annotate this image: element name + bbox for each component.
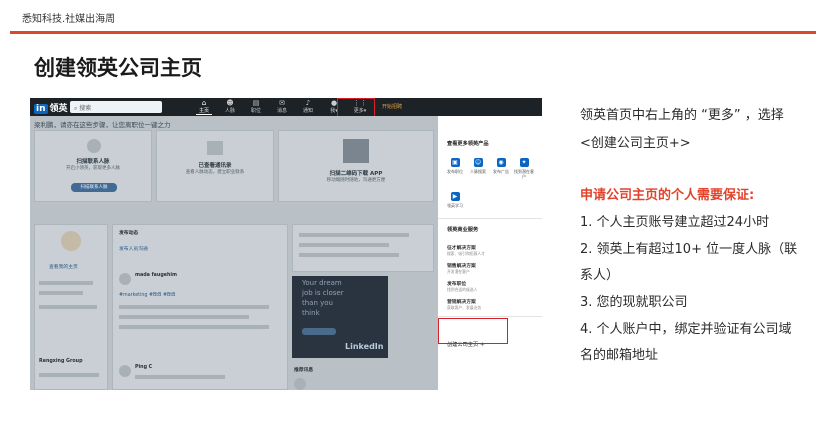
product-post-job[interactable]: ▣ 发布职位 — [444, 158, 466, 174]
onboarding-card-2: 已查看通讯录 查看人脉动态，建立职业联系 — [156, 130, 274, 202]
ad-text: than you — [302, 299, 333, 307]
ad-text: Your dream — [302, 279, 342, 287]
nav-notifications[interactable]: ♪ 通知 — [300, 99, 316, 115]
learning-icon: ▶ — [450, 192, 460, 201]
service-post-job-sub: 找到合适的候选人 — [447, 287, 478, 292]
contacts-icon — [207, 141, 223, 155]
intro-line-1: 领英首页中右上角的 “更多” ，选择 — [580, 108, 784, 123]
onboarding-card-1: 扫描联系人脉 开启小领英，获取更多人脉 扫描联系人脉 — [34, 130, 152, 202]
post-line — [119, 325, 269, 329]
news-line — [299, 233, 409, 237]
services-title: 领英商业服务 — [447, 227, 479, 233]
card3-title: 扫描二维码下载 APP — [329, 171, 383, 177]
requirements-title: 申请公司主页的个人需要保证: — [580, 188, 755, 203]
more-dropdown: 查看更多领英产品 ▣ 发布职位 ☺ 人脉搜索 ◉ 发布广告 ✦ 找到潜在客户 ▶… — [438, 116, 542, 390]
post-sub[interactable]: 发布人员沟通 — [119, 245, 148, 252]
product-ads[interactable]: ◉ 发布广告 — [490, 158, 512, 174]
qr-code-icon — [343, 139, 369, 163]
news-heading: 推荐讯息 — [294, 368, 314, 373]
linkedin-topbar: in 领英 ⌕ 搜索 ⌂ 主页 ☻ 人脉 ▤ 职位 ✉ 消息 ♪ 通知 ● 我▾ ⋮⋮ 更多▾ … — [30, 98, 542, 116]
card1-sub: 开启小领英，获取更多人脉 — [66, 166, 120, 171]
requirement-item: 名的邮箱地址 — [580, 348, 659, 363]
dropdown-divider — [438, 316, 542, 317]
feed-area: 梁利鹏，请亦在这些步骤，让您离职位一键之力 扫描联系人脉 开启小领英，获取更多人… — [30, 116, 438, 390]
nav-home[interactable]: ⌂ 主页 — [196, 99, 212, 115]
recruit-link[interactable]: 开始招聘 — [382, 103, 402, 110]
author-avatar — [119, 273, 131, 285]
post-title[interactable]: 发布动态 — [119, 229, 138, 236]
follow-avatar — [294, 378, 306, 390]
service-post-job[interactable]: 发布职位 — [447, 280, 466, 287]
header-brand: 悉知科技.社媒出海周 — [22, 14, 116, 25]
intro-line-2: <创建公司主页+> — [580, 136, 691, 151]
service-marketing[interactable]: 营销解决方案 — [447, 298, 476, 305]
nav-messages[interactable]: ✉ 消息 — [274, 99, 290, 115]
people-search-icon: ☺ — [473, 158, 483, 167]
search-input[interactable]: ⌕ 搜索 — [70, 101, 162, 113]
requirement-item: 3. 您的现就职公司 — [580, 295, 688, 310]
service-talent-sub: 搜索、吸引和招募人才 — [447, 251, 485, 256]
profile-stat-line — [39, 281, 93, 285]
product-learning[interactable]: ▶ 领英学习 — [444, 192, 466, 208]
card2-title: 已查看通讯录 — [198, 163, 232, 169]
news-line — [299, 243, 389, 247]
news-card — [292, 224, 434, 272]
dropdown-divider — [438, 218, 542, 219]
ad-text: job is closer — [302, 289, 344, 297]
briefcase-icon: ▣ — [450, 158, 460, 167]
post-composer-card: 发布动态 发布人员沟通 mada faugehim #marketing #Bt… — [112, 224, 288, 390]
nav-jobs[interactable]: ▤ 职位 — [248, 99, 264, 115]
nav-network[interactable]: ☻ 人脉 — [222, 99, 238, 115]
product-people-search[interactable]: ☺ 人脉搜索 — [467, 158, 489, 174]
requirement-item: 4. 个人账户中，绑定并验证有公司域 — [580, 322, 792, 337]
ad-button[interactable] — [302, 328, 336, 335]
service-talent[interactable]: 征才解决方案 — [447, 244, 476, 251]
requirement-item: 1. 个人主页账号建立超过24小时 — [580, 215, 770, 230]
ad-text: think — [302, 309, 320, 317]
author-avatar — [119, 365, 131, 377]
service-sales[interactable]: 销售解决方案 — [447, 262, 476, 269]
profile-card: 查看我的主页 Rengxing Group — [34, 224, 108, 390]
create-page-highlight-box — [438, 318, 508, 344]
post-hashtags[interactable]: #marketing #BtB #BtB — [119, 293, 175, 298]
card3-sub: 移动端随时随地，沟通更方便 — [326, 178, 386, 183]
ads-icon: ◉ — [496, 158, 506, 167]
avatar[interactable] — [61, 231, 81, 251]
service-sales-sub: 开发潜在客户 — [447, 269, 470, 274]
profile-stat-line — [39, 305, 97, 309]
post-line — [119, 315, 249, 319]
products-title: 查看更多领英产品 — [447, 141, 489, 147]
linkedin-logo[interactable]: in 领英 — [34, 101, 68, 114]
card1-title: 扫描联系人脉 — [76, 159, 110, 165]
post-line — [119, 305, 269, 309]
feed-tagline: 梁利鹏，请亦在这些步骤，让您离职位一键之力 — [34, 121, 171, 129]
view-profile-link[interactable]: 查看我的主页 — [49, 263, 78, 270]
group-line — [39, 373, 99, 377]
requirement-item: 2. 领英上有超过10+ 位一度人脉（联 — [580, 242, 798, 257]
card2-sub: 查看人脉动态，建立职业联系 — [185, 170, 245, 175]
briefcase-icon: ▤ — [252, 99, 260, 107]
compass-icon: ✦ — [519, 158, 529, 167]
requirement-item: 系人） — [580, 268, 620, 283]
progress-icon — [87, 139, 101, 153]
header-divider — [10, 31, 816, 34]
product-leads[interactable]: ✦ 找到潜在客户 — [513, 158, 535, 179]
profile-stat-line — [39, 291, 83, 295]
message-icon: ✉ — [279, 99, 285, 107]
news-line — [299, 253, 399, 257]
home-icon: ⌂ — [201, 99, 207, 107]
onboarding-card-3: 扫描二维码下载 APP 移动端随时随地，沟通更方便 — [278, 130, 434, 202]
card1-button[interactable]: 扫描联系人脉 — [71, 183, 117, 192]
group-name[interactable]: Rengxing Group — [39, 359, 83, 364]
post-line — [135, 375, 225, 379]
ad-logo: LinkedIn — [345, 342, 384, 351]
service-marketing-sub: 获取客户、发展业务 — [447, 305, 482, 310]
post-author[interactable]: mada faugehim — [135, 273, 177, 278]
bell-icon: ♪ — [305, 99, 311, 107]
slide-title: 创建领英公司主页 — [34, 56, 202, 80]
linkedin-screenshot: in 领英 ⌕ 搜索 ⌂ 主页 ☻ 人脉 ▤ 职位 ✉ 消息 ♪ 通知 ● 我▾ ⋮⋮ 更多▾ … — [30, 98, 542, 390]
people-icon: ☻ — [226, 99, 234, 107]
post-author[interactable]: Ping C — [135, 365, 152, 370]
